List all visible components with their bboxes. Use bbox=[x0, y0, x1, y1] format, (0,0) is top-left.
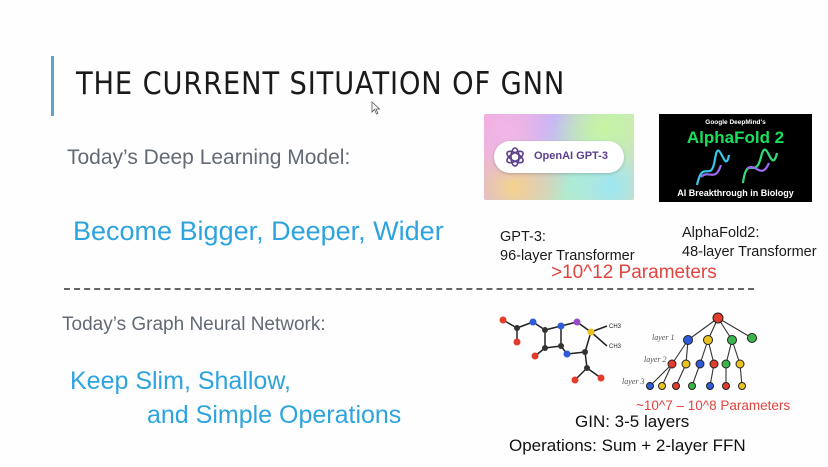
section-divider bbox=[64, 288, 754, 290]
alphafold-caption-line1: AlphaFold2: bbox=[682, 225, 760, 241]
title-accent-bar bbox=[51, 56, 54, 116]
deep-learning-trend: Become Bigger, Deeper, Wider bbox=[73, 216, 444, 246]
molecule-graph-icon: CH3 CH3 bbox=[499, 316, 622, 384]
gpt3-logo-pill: OpenAI GPT-3 bbox=[494, 141, 624, 173]
slide: THE CURRENT SITUATION OF GNN Today’s Dee… bbox=[0, 0, 828, 467]
gnn-tree-icon: layer 1 layer 2 layer 3 bbox=[622, 312, 757, 390]
gin-operations: Operations: Sum + 2-layer FFN bbox=[509, 436, 746, 455]
mouse-cursor-icon bbox=[371, 101, 381, 115]
openai-logo-icon bbox=[506, 147, 524, 167]
gpt3-image: OpenAI GPT-3 bbox=[484, 114, 634, 200]
gin-layers: GIN: 3-5 layers bbox=[575, 412, 690, 431]
parameters-big: >10^12 Parameters bbox=[551, 262, 717, 283]
gnn-trend-line2: and Simple Operations bbox=[147, 401, 402, 429]
alphafold-caption: AlphaFold2: 48-layer Transformer bbox=[682, 224, 817, 262]
gnn-label: Today’s Graph Neural Network: bbox=[62, 314, 326, 335]
protein-structure-icon bbox=[695, 148, 779, 186]
alphafold-bottom-text: AI Breakthrough in Biology bbox=[677, 188, 794, 198]
parameters-gnn: ~10^7 – 10^8 Parameters bbox=[636, 398, 791, 413]
gnn-trend-line1: Keep Slim, Shallow, bbox=[70, 367, 291, 395]
alphafold-title: AlphaFold 2 bbox=[686, 128, 785, 147]
gpt3-caption-line1: GPT-3: bbox=[500, 229, 546, 245]
deep-learning-label: Today’s Deep Learning Model: bbox=[67, 146, 351, 169]
gpt3-caption: GPT-3: 96-layer Transformer bbox=[500, 228, 635, 266]
tree-label-layer2: layer 2 bbox=[644, 355, 666, 364]
gpt3-logo-text: OpenAI GPT-3 bbox=[534, 150, 608, 162]
alphafold-top-text: Google DeepMind's bbox=[705, 119, 766, 126]
slide-title: THE CURRENT SITUATION OF GNN bbox=[76, 66, 566, 102]
alphafold-caption-line2: 48-layer Transformer bbox=[682, 244, 817, 260]
tree-label-layer3: layer 3 bbox=[622, 377, 644, 386]
tree-label-layer1: layer 1 bbox=[652, 333, 674, 342]
alphafold-image: Google DeepMind's AlphaFold 2 AI Breakth… bbox=[659, 114, 812, 202]
